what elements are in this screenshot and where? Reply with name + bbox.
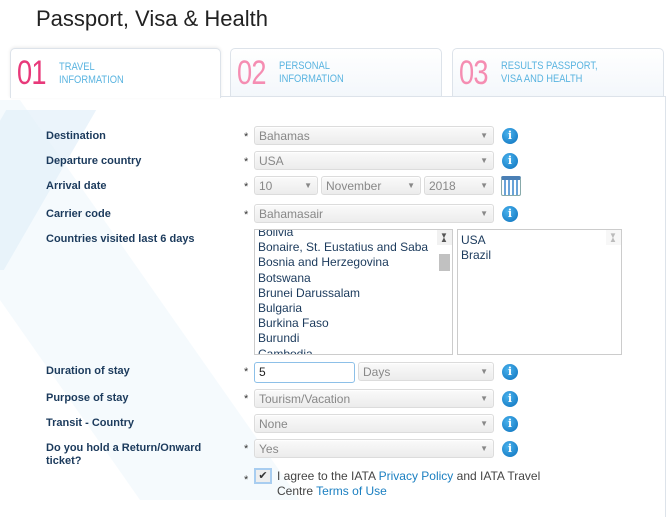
return-label: Do you hold a Return/Onward ticket? [46, 442, 202, 467]
day-select[interactable]: 10 ▼ [254, 176, 318, 195]
calendar-icon[interactable] [501, 176, 521, 196]
tab-label: RESULTS PASSPORT, VISA AND HEALTH [501, 60, 598, 85]
chevron-down-icon: ▼ [480, 209, 488, 218]
tab-label: PERSONAL INFORMATION [279, 60, 344, 85]
tab-number: 02 [237, 53, 266, 92]
carrier-label: Carrier code [46, 208, 111, 220]
list-item[interactable]: Bolivia [255, 230, 452, 240]
info-icon[interactable]: i [502, 128, 518, 144]
terms-of-use-link[interactable]: Terms of Use [316, 484, 387, 498]
list-item[interactable]: Cambodia [255, 347, 452, 355]
selected-countries-listbox[interactable]: USA Brazil ▲ ▼ [457, 229, 622, 355]
info-icon[interactable]: i [502, 153, 518, 169]
countries-listbox[interactable]: Bolivia Bonaire, St. Eustatius and Saba … [254, 229, 453, 355]
tab-number: 03 [459, 53, 488, 92]
scrollbar[interactable]: ▲ ▼ [606, 230, 621, 246]
chevron-down-icon: ▼ [407, 181, 415, 190]
required-star: * [244, 181, 249, 193]
scrollbar[interactable]: ▲ ▼ [437, 230, 452, 271]
agree-text: I agree to the IATA Privacy Policy and I… [277, 469, 541, 498]
duration-unit-select[interactable]: Days ▼ [358, 362, 494, 381]
transit-label: Transit - Country [46, 417, 135, 429]
purpose-select[interactable]: Tourism/Vacation ▼ [254, 389, 494, 408]
required-star: * [244, 209, 249, 221]
chevron-down-icon: ▼ [480, 131, 488, 140]
chevron-down-icon: ▼ [304, 181, 312, 190]
list-item[interactable]: Brazil [458, 248, 621, 263]
list-item[interactable]: Botswana [255, 271, 452, 286]
year-select[interactable]: 2018 ▼ [424, 176, 494, 195]
chevron-down-icon: ▼ [480, 367, 488, 376]
departure-label: Departure country [46, 155, 142, 167]
countries-label: Countries visited last 6 days [46, 233, 195, 245]
info-icon[interactable]: i [502, 441, 518, 457]
tab-personal-information[interactable]: 02 PERSONAL INFORMATION [230, 48, 442, 97]
chevron-down-icon: ▼ [480, 419, 488, 428]
carrier-select[interactable]: Bahamasair ▼ [254, 204, 494, 223]
chevron-down-icon: ▼ [480, 181, 488, 190]
month-select[interactable]: November ▼ [321, 176, 421, 195]
destination-select[interactable]: Bahamas ▼ [254, 126, 494, 145]
required-star: * [244, 131, 249, 143]
list-item[interactable]: Bonaire, St. Eustatius and Saba [255, 240, 452, 255]
chevron-down-icon: ▼ [480, 394, 488, 403]
list-item[interactable]: Burkina Faso [255, 316, 452, 331]
agree-checkbox[interactable]: ✔ [254, 468, 272, 484]
required-star: * [244, 474, 249, 486]
info-icon[interactable]: i [502, 364, 518, 380]
chevron-down-icon: ▼ [480, 444, 488, 453]
arrival-label: Arrival date [46, 180, 107, 192]
required-star: * [244, 366, 249, 378]
required-star: * [244, 156, 249, 168]
return-select[interactable]: Yes ▼ [254, 439, 494, 458]
list-item[interactable]: USA [458, 233, 621, 248]
chevron-down-icon: ▼ [480, 156, 488, 165]
purpose-label: Purpose of stay [46, 392, 129, 404]
required-star: * [244, 393, 249, 405]
required-star: * [244, 443, 249, 455]
departure-select[interactable]: USA ▼ [254, 151, 494, 170]
duration-label: Duration of stay [46, 365, 130, 377]
tab-results[interactable]: 03 RESULTS PASSPORT, VISA AND HEALTH [452, 48, 664, 97]
destination-label: Destination [46, 130, 106, 142]
list-item[interactable]: Bosnia and Herzegovina [255, 255, 452, 270]
list-item[interactable]: Bulgaria [255, 301, 452, 316]
duration-input[interactable]: 5 [254, 362, 355, 383]
info-icon[interactable]: i [502, 416, 518, 432]
info-icon[interactable]: i [502, 206, 518, 222]
info-icon[interactable]: i [502, 391, 518, 407]
transit-select[interactable]: None ▼ [254, 414, 494, 433]
page-title: Passport, Visa & Health [36, 6, 268, 31]
list-item[interactable]: Burundi [255, 331, 452, 346]
tab-label: TRAVEL INFORMATION [59, 60, 124, 86]
tab-travel-information[interactable]: 01 TRAVEL INFORMATION [10, 48, 221, 98]
list-item[interactable]: Brunei Darussalam [255, 286, 452, 301]
privacy-policy-link[interactable]: Privacy Policy [379, 469, 454, 483]
tab-number: 01 [17, 54, 46, 92]
